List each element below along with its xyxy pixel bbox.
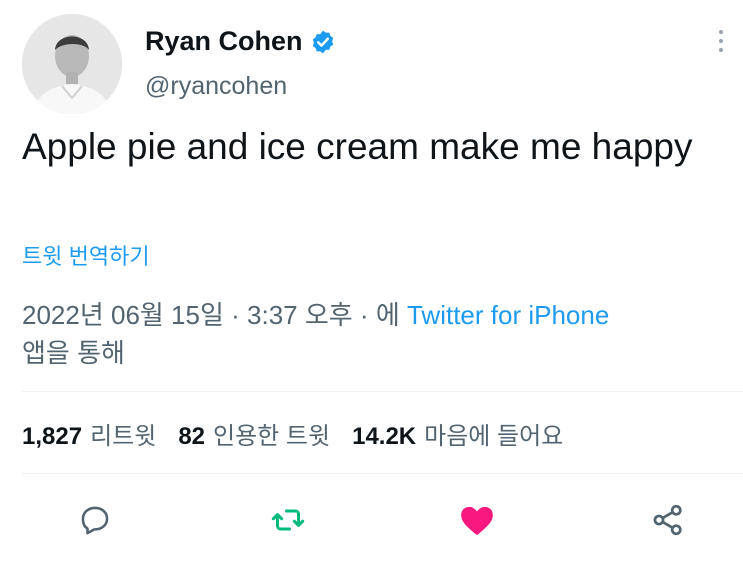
retweet-label[interactable]: 리트윗	[90, 416, 156, 451]
verified-badge-icon	[312, 30, 333, 53]
more-options-icon[interactable]	[716, 30, 726, 60]
retweet-button[interactable]	[268, 500, 308, 540]
quote-count[interactable]: 82	[178, 423, 205, 451]
tweet-source-link[interactable]: Twitter for iPhone	[407, 300, 609, 330]
heart-filled-icon	[461, 506, 493, 535]
like-label[interactable]: 마음에 들어요	[424, 416, 563, 451]
retweet-icon	[271, 509, 305, 531]
share-icon	[653, 504, 682, 536]
tweet-time[interactable]: 3:37 오후	[247, 300, 353, 330]
tweet-metadata: 2022년 06월 15일 · 3:37 오후 · 에 Twitter for …	[22, 300, 610, 368]
source-prefix: 에	[375, 300, 400, 330]
tweet-date[interactable]: 2022년 06월 15일	[22, 300, 224, 330]
divider	[22, 473, 743, 474]
like-button[interactable]	[457, 500, 497, 540]
divider	[22, 391, 743, 392]
quote-label[interactable]: 인용한 트윗	[213, 416, 330, 451]
author-handle[interactable]: @ryancohen	[145, 72, 287, 101]
tweet-text: Apple pie and ice cream make me happy	[22, 126, 693, 167]
source-suffix: 앱을 통해	[22, 338, 125, 368]
reply-icon	[81, 506, 109, 535]
retweet-count[interactable]: 1,827	[22, 423, 82, 451]
author-name[interactable]: Ryan Cohen	[145, 26, 303, 57]
avatar[interactable]	[22, 14, 122, 114]
author-name-row: Ryan Cohen	[145, 26, 336, 57]
translate-tweet-link[interactable]: 트윗 번역하기	[22, 239, 150, 271]
tweet-stats: 1,827 리트윗 82 인용한 트윗 14.2K 마음에 들어요	[22, 416, 585, 451]
share-button[interactable]	[648, 500, 688, 540]
profile-photo	[22, 14, 122, 114]
reply-button[interactable]	[75, 500, 115, 540]
like-count[interactable]: 14.2K	[352, 423, 416, 451]
